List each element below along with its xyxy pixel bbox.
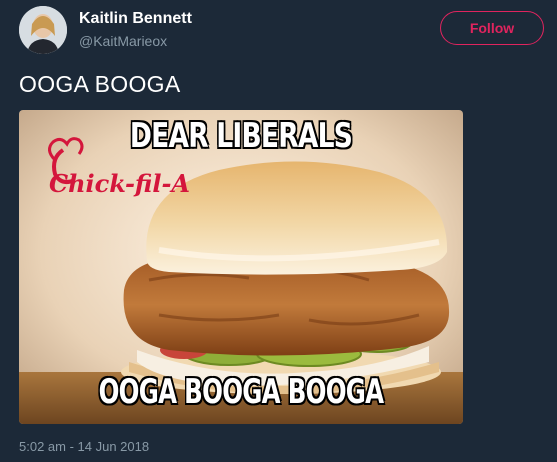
avatar-photo bbox=[19, 6, 67, 54]
tweet-text: OOGA BOOGA bbox=[19, 71, 181, 97]
author-name[interactable]: Kaitlin Bennett bbox=[79, 10, 192, 28]
follow-button[interactable]: Follow bbox=[440, 11, 544, 45]
tweet-timestamp[interactable]: 5:02 am - 14 Jun 2018 bbox=[19, 439, 149, 454]
meme-top-caption: DEAR LIBERALS bbox=[129, 115, 354, 157]
meme-bottom-caption: OOGA BOOGA BOOGA bbox=[98, 371, 385, 413]
logo-text: Chick-fil-A bbox=[49, 169, 190, 198]
author-handle[interactable]: @KaitMarieox bbox=[79, 33, 167, 49]
tweet-media[interactable]: Chick-fil-A DEAR LIBERALS OOGA BOOGA BOO… bbox=[19, 110, 463, 424]
avatar[interactable] bbox=[19, 6, 67, 54]
